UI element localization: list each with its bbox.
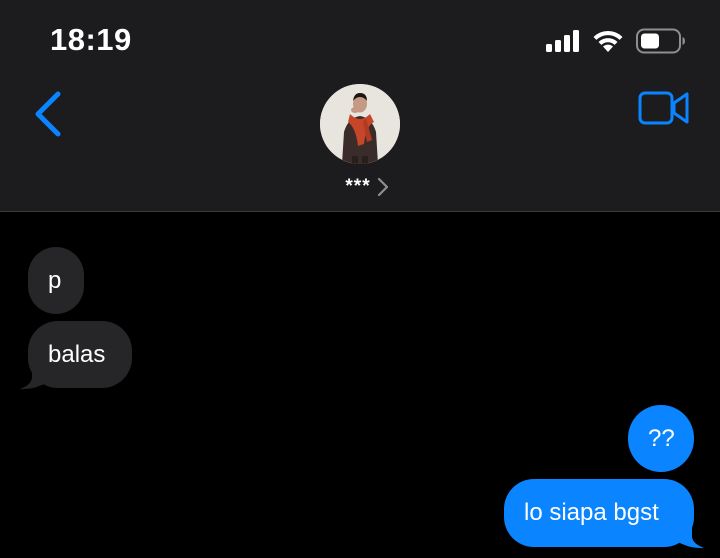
bubble-tail-incoming xyxy=(20,360,48,390)
video-call-button[interactable] xyxy=(638,90,690,126)
battery-icon xyxy=(636,28,685,54)
status-bar-icons xyxy=(546,26,686,56)
avatar-photo xyxy=(320,84,400,164)
signal-bars-icon xyxy=(546,30,579,52)
bubble-tail-outgoing xyxy=(676,519,704,549)
message-bubble-outgoing[interactable]: ?? xyxy=(628,405,694,472)
chat-screen: 18:19 *** p balas ?? lo siapa bgst xyxy=(0,0,720,558)
status-bar-time: 18:19 xyxy=(50,22,132,57)
message-text: ?? xyxy=(648,424,675,452)
contact-name-button[interactable]: *** xyxy=(0,176,720,198)
message-bubble-outgoing[interactable]: lo siapa bgst xyxy=(504,479,694,547)
video-camera-icon xyxy=(638,91,689,125)
chevron-right-icon xyxy=(377,177,388,197)
wifi-icon xyxy=(593,30,623,52)
back-button[interactable] xyxy=(28,88,68,140)
message-text: p xyxy=(48,266,62,294)
contact-name: *** xyxy=(345,176,371,197)
message-bubble-incoming[interactable]: p xyxy=(28,247,84,314)
chevron-left-icon xyxy=(35,91,61,137)
message-text: balas xyxy=(48,340,106,368)
chat-header: 18:19 *** xyxy=(0,0,720,212)
message-text: lo siapa bgst xyxy=(524,499,659,526)
contact-avatar[interactable] xyxy=(320,84,400,164)
